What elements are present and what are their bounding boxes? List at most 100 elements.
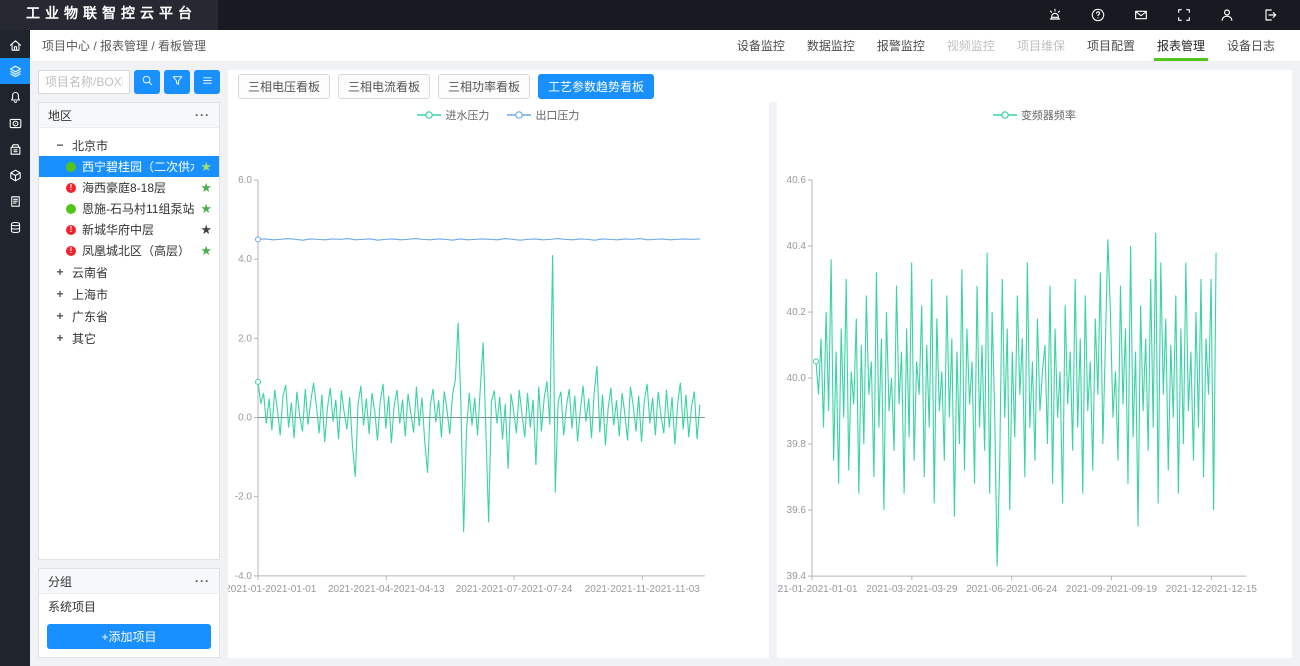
svg-text:2021-03-2021-03-29: 2021-03-2021-03-29 [866, 584, 958, 595]
tree-leaf-project-0[interactable]: 西宁碧桂园（二次供水3泵） ★ [39, 156, 219, 177]
project-label: 恩施-石马村11组泵站（二次供 [82, 200, 194, 217]
search-button[interactable] [134, 70, 160, 94]
layers-icon [8, 64, 23, 79]
top-nav-item-4[interactable]: 项目维保 [1006, 30, 1076, 61]
status-ok-icon [66, 162, 76, 172]
search-icon [141, 74, 154, 90]
svg-text:2021-2021-07-2021-07-24: 2021-2021-07-2021-07-24 [456, 584, 573, 595]
alarm-icon[interactable] [1047, 7, 1063, 23]
sub-header: 项目中心 / 报表管理 / 看板管理 设备监控数据监控报警监控视频监控项目维保项… [30, 30, 1300, 62]
favorite-star-icon[interactable]: ★ [200, 180, 212, 196]
board-tab-2[interactable]: 三相功率看板 [438, 74, 530, 99]
tree-node-0[interactable]: + 云南省 [39, 261, 219, 283]
top-nav-item-7[interactable]: 设备日志 [1216, 30, 1286, 61]
collapse-icon[interactable]: − [55, 138, 65, 152]
tree-node-label: 云南省 [72, 264, 108, 281]
tree-node-1[interactable]: +上海市 [39, 283, 219, 305]
expand-icon[interactable]: + [55, 265, 65, 279]
mail-icon[interactable] [1133, 7, 1149, 23]
sidebar-item-cube[interactable] [0, 162, 30, 188]
log-icon [8, 194, 23, 209]
sidebar-item-stack[interactable] [0, 136, 30, 162]
top-nav-item-3[interactable]: 视频监控 [936, 30, 1006, 61]
filter-button[interactable] [164, 70, 190, 94]
search-input[interactable] [38, 70, 130, 94]
region-panel: 地区 ··· −北京市西宁碧桂园（二次供水3泵）★!海西豪庭8-18层★恩施-石… [38, 102, 220, 560]
chart-legend-pressure: 进水压力 出口压力 [228, 107, 769, 123]
tree-node-region[interactable]: −北京市 [39, 134, 219, 156]
svg-text:2.0: 2.0 [238, 333, 252, 344]
group-panel: 分组 ··· 系统项目 +添加项目 [38, 568, 220, 658]
sidebar-item-database[interactable] [0, 214, 30, 240]
fullscreen-icon[interactable] [1176, 7, 1192, 23]
stack-icon [8, 142, 23, 157]
project-search-row [38, 70, 220, 94]
frequency-trend-chart: 40.640.440.240.039.839.639.42021-01-2021… [777, 102, 1292, 658]
sidebar-item-layers[interactable] [0, 58, 30, 84]
legend-item[interactable]: 出口压力 [507, 107, 579, 123]
region-panel-title: 地区 [48, 107, 72, 124]
top-nav-item-1[interactable]: 数据监控 [796, 30, 866, 61]
expand-icon[interactable]: + [55, 331, 65, 345]
expand-icon[interactable]: + [55, 287, 65, 301]
project-label: 海西豪庭8-18层 [82, 179, 194, 196]
region-more-button[interactable]: ··· [195, 108, 210, 122]
group-panel-title: 分组 [48, 573, 72, 590]
user-icon[interactable] [1219, 7, 1235, 23]
tree-node-3[interactable]: + 其它 [39, 327, 219, 349]
sidebar-item-bell[interactable] [0, 84, 30, 110]
favorite-star-icon[interactable]: ★ [200, 159, 212, 175]
logout-icon[interactable] [1262, 7, 1278, 23]
chart-legend-frequency: 变频器频率 [777, 107, 1292, 123]
favorite-star-icon[interactable]: ★ [200, 201, 212, 217]
sidebar-item-camera[interactable] [0, 110, 30, 136]
database-icon [8, 220, 23, 235]
svg-text:2021-2021-11-2021-11-03: 2021-2021-11-2021-11-03 [585, 584, 701, 595]
legend-item[interactable]: 变频器频率 [993, 107, 1076, 123]
project-label: 西宁碧桂园（二次供水3泵） [82, 158, 194, 175]
board-tab-0[interactable]: 三相电压看板 [238, 74, 330, 99]
tree-leaf-project-4[interactable]: !凤凰城北区（高层）★ [39, 240, 219, 261]
list-view-button[interactable] [194, 70, 220, 94]
svg-text:-4.0: -4.0 [235, 571, 253, 582]
svg-text:2021-01-2021-01-01: 2021-01-2021-01-01 [777, 584, 858, 595]
tree-node-2[interactable]: +广东省 [39, 305, 219, 327]
svg-text:2021-06-2021-06-24: 2021-06-2021-06-24 [966, 584, 1058, 595]
help-icon[interactable] [1090, 7, 1106, 23]
status-alert-icon: ! [66, 183, 76, 193]
top-nav-item-2[interactable]: 报警监控 [866, 30, 936, 61]
expand-icon[interactable]: + [55, 309, 65, 323]
svg-text:2021-2021-01-2021-01-01: 2021-2021-01-2021-01-01 [228, 584, 317, 595]
top-nav-item-0[interactable]: 设备监控 [726, 30, 796, 61]
svg-text:6.0: 6.0 [238, 175, 252, 186]
legend-label: 进水压力 [445, 107, 489, 123]
svg-text:4.0: 4.0 [238, 254, 252, 265]
sidebar-item-log[interactable] [0, 188, 30, 214]
legend-item[interactable]: 进水压力 [417, 107, 489, 123]
tree-leaf-project-2[interactable]: 恩施-石马村11组泵站（二次供 ★ [39, 198, 219, 219]
svg-text:40.4: 40.4 [786, 241, 806, 252]
tree-leaf-project-3[interactable]: !新城华府中层★ [39, 219, 219, 240]
top-nav-item-5[interactable]: 项目配置 [1076, 30, 1146, 61]
board-tab-1[interactable]: 三相电流看板 [338, 74, 430, 99]
tree-node-label: 其它 [72, 330, 96, 347]
cube-icon [8, 168, 23, 183]
top-icon-bar [1047, 0, 1300, 30]
group-more-button[interactable]: ··· [195, 574, 210, 588]
pressure-trend-chart: 6.04.02.00.0-2.0-4.02021-2021-01-2021-01… [228, 102, 769, 658]
top-nav-item-6[interactable]: 报表管理 [1146, 30, 1216, 61]
board-tab-3[interactable]: 工艺参数趋势看板 [538, 74, 654, 99]
status-ok-icon [66, 204, 76, 214]
tree-leaf-project-1[interactable]: ! 海西豪庭8-18层 ★ [39, 177, 219, 198]
bell-icon [8, 90, 23, 105]
favorite-star-icon[interactable]: ★ [200, 222, 212, 238]
add-project-button[interactable]: +添加项目 [47, 624, 211, 649]
svg-text:40.2: 40.2 [786, 307, 806, 318]
group-item-system[interactable]: 系统项目 [39, 594, 219, 619]
favorite-star-icon[interactable]: ★ [200, 243, 212, 259]
sidebar-item-home[interactable] [0, 32, 30, 58]
home-icon [8, 38, 23, 53]
side-icon-bar [0, 30, 30, 666]
svg-text:0.0: 0.0 [238, 413, 252, 424]
app-root: 工业物联智控云平台 项目中心 / 报表管理 / 看板管理 设备监控数据监控报警监… [0, 0, 1300, 666]
